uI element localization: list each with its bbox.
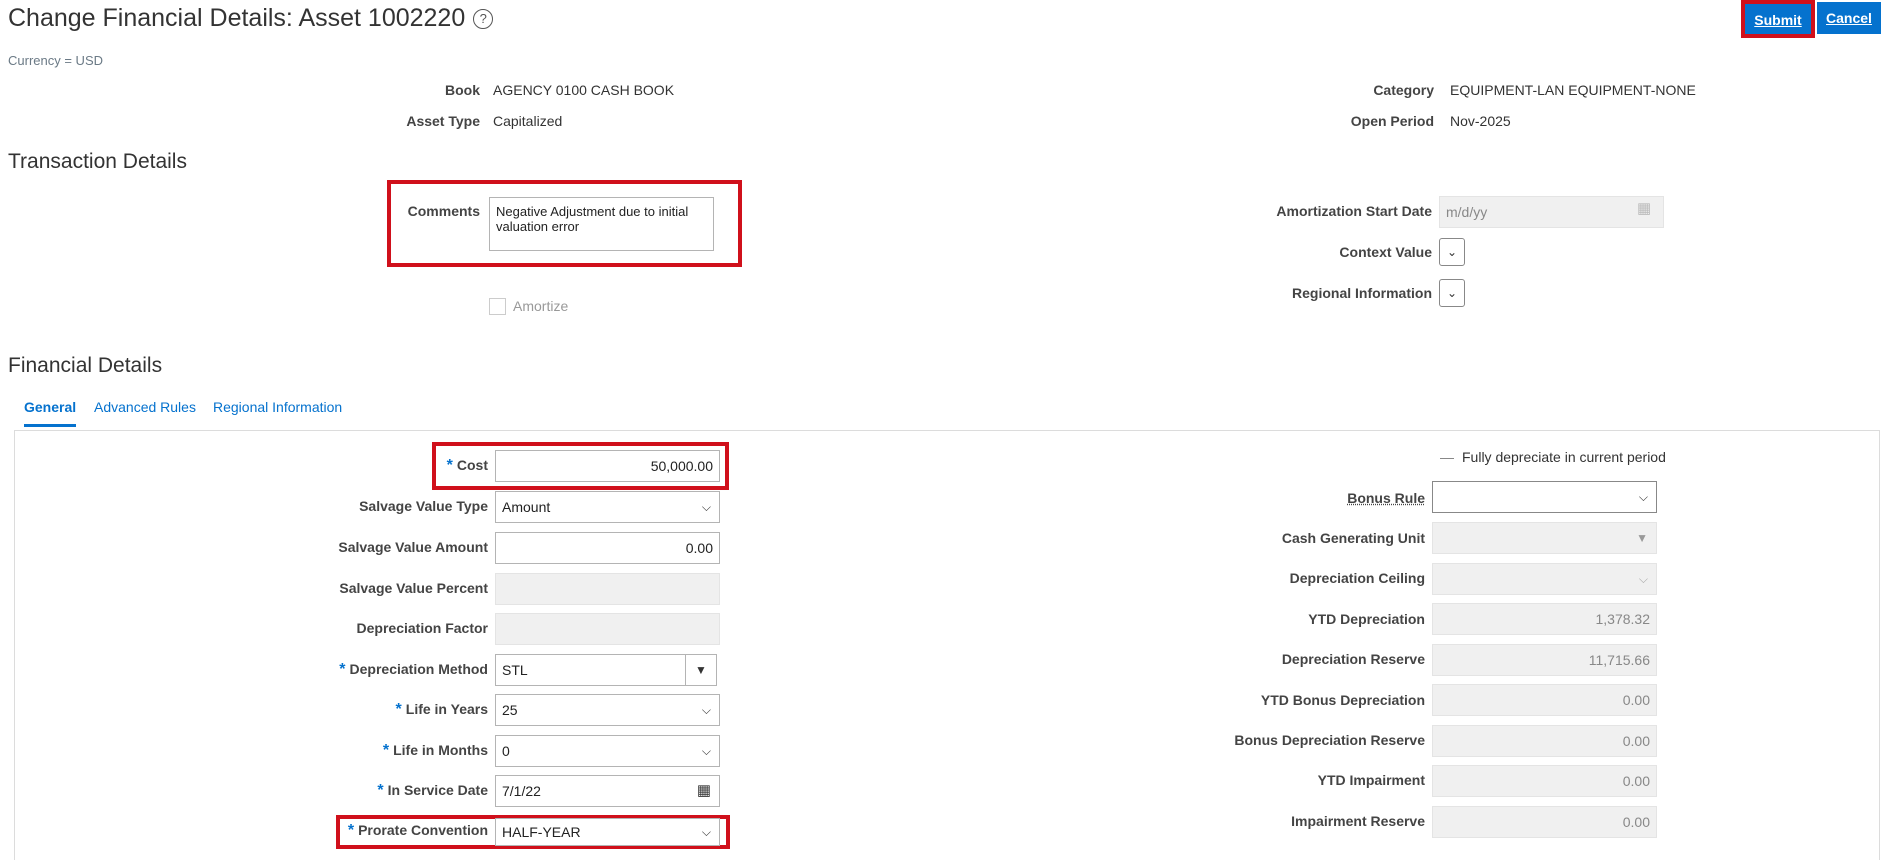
category-label: Category [1373, 82, 1434, 98]
fully-depreciate-label: Fully depreciate in current period [1462, 449, 1666, 465]
bonus-rule-select[interactable]: ⌵ [1432, 481, 1657, 513]
tab-advanced-rules[interactable]: Advanced Rules [94, 399, 196, 415]
salvage-value-amount-input[interactable]: 0.00 [495, 532, 720, 564]
cash-generating-unit-select[interactable]: ▼ [1432, 522, 1657, 554]
tab-regional-information[interactable]: Regional Information [213, 399, 342, 415]
context-value-label: Context Value [1339, 244, 1432, 260]
category-value: EQUIPMENT-LAN EQUIPMENT-NONE [1450, 82, 1696, 98]
book-value: AGENCY 0100 CASH BOOK [493, 82, 675, 98]
ytd-depreciation-label: YTD Depreciation [1308, 611, 1425, 627]
ytd-depreciation-value: 1,378.32 [1432, 603, 1657, 635]
depreciation-reserve-value: 11,715.66 [1432, 644, 1657, 676]
amortization-start-label: Amortization Start Date [1276, 203, 1432, 219]
chevron-down-icon: ⌵ [701, 744, 711, 758]
amortize-checkbox[interactable] [489, 298, 506, 315]
ytd-bonus-depreciation-value: 0.00 [1432, 684, 1657, 716]
life-in-months-label: * Life in Months [382, 742, 488, 759]
open-period-label: Open Period [1350, 113, 1434, 129]
depreciation-method-input[interactable]: STL [495, 654, 686, 686]
life-in-months-select[interactable]: 0 ⌵ [495, 735, 720, 767]
help-circle-icon[interactable]: ? [473, 9, 494, 30]
fully-depreciate-dash-checkbox[interactable] [1440, 458, 1454, 459]
depreciation-reserve-label: Depreciation Reserve [1281, 651, 1425, 667]
asset-type-value: Capitalized [493, 113, 563, 129]
depreciation-ceiling-select[interactable]: ⌵ [1432, 563, 1657, 595]
bonus-depreciation-reserve-label: Bonus Depreciation Reserve [1234, 732, 1425, 748]
bonus-rule-label[interactable]: Bonus Rule [1220, 490, 1425, 506]
regional-information-select[interactable]: ⌄ [1439, 279, 1465, 307]
chevron-down-icon: ⌵ [701, 703, 711, 717]
in-service-date-label: * In Service Date [377, 782, 488, 799]
bonus-depreciation-reserve-value: 0.00 [1432, 725, 1657, 757]
context-value-select[interactable]: ⌄ [1439, 238, 1465, 266]
submit-button[interactable]: Submit [1745, 4, 1811, 34]
comments-textarea[interactable]: Negative Adjustment due to initial valua… [489, 197, 714, 251]
impairment-reserve-label: Impairment Reserve [1291, 813, 1425, 829]
salvage-value-amount-label: Salvage Value Amount [338, 539, 488, 555]
cost-label: * Cost [446, 457, 488, 474]
amortize-label: Amortize [513, 298, 569, 314]
chevron-down-icon: ⌄ [1446, 245, 1458, 259]
ytd-impairment-value: 0.00 [1432, 765, 1657, 797]
chevron-down-icon: ⌵ [1638, 572, 1648, 586]
prorate-convention-label: * Prorate Convention [347, 822, 488, 839]
dropdown-triangle-icon: ▼ [1636, 531, 1648, 545]
book-label: Book [445, 82, 480, 98]
depreciation-method-label: * Depreciation Method [339, 661, 488, 678]
salvage-value-type-select[interactable]: Amount ⌵ [495, 491, 720, 523]
chevron-down-icon: ⌵ [1638, 490, 1648, 504]
page-title: Change Financial Details: Asset 1002220? [8, 4, 494, 33]
transaction-details-title: Transaction Details [8, 150, 187, 173]
depreciation-factor-input[interactable] [495, 613, 720, 645]
financial-details-title: Financial Details [8, 354, 163, 377]
page-title-text: Change Financial Details: Asset 1002220 [8, 4, 466, 32]
salvage-value-percent-label: Salvage Value Percent [339, 580, 488, 596]
chevron-down-icon: ⌄ [1446, 286, 1458, 300]
impairment-reserve-value: 0.00 [1432, 806, 1657, 838]
salvage-value-type-label: Salvage Value Type [359, 498, 488, 514]
life-in-years-label: * Life in Years [395, 701, 488, 718]
chevron-down-icon: ⌵ [701, 500, 711, 514]
cancel-button[interactable]: Cancel [1817, 2, 1881, 34]
salvage-value-percent-input[interactable] [495, 573, 720, 605]
depreciation-factor-label: Depreciation Factor [356, 620, 488, 636]
cash-generating-unit-label: Cash Generating Unit [1281, 530, 1425, 546]
currency-label: Currency = USD [8, 53, 103, 68]
open-period-value: Nov-2025 [1450, 113, 1511, 129]
depreciation-ceiling-label: Depreciation Ceiling [1289, 570, 1425, 586]
cost-input[interactable]: 50,000.00 [495, 450, 720, 482]
comments-label: Comments [407, 203, 480, 219]
chevron-down-icon: ⌵ [701, 825, 711, 839]
calendar-icon[interactable]: ▦ [697, 776, 711, 806]
calendar-icon[interactable]: ▦ [1637, 199, 1651, 217]
prorate-convention-select[interactable]: HALF-YEAR ⌵ [495, 818, 720, 846]
asset-type-label: Asset Type [406, 113, 480, 129]
ytd-bonus-depreciation-label: YTD Bonus Depreciation [1260, 692, 1425, 708]
ytd-impairment-label: YTD Impairment [1317, 772, 1425, 788]
regional-information-label: Regional Information [1292, 285, 1432, 301]
dropdown-triangle-icon[interactable]: ▼ [686, 654, 717, 686]
tab-general[interactable]: General [24, 399, 77, 427]
life-in-years-select[interactable]: 25 ⌵ [495, 694, 720, 726]
in-service-date-input[interactable]: 7/1/22 ▦ [495, 775, 720, 807]
amortization-start-input[interactable]: m/d/yy [1439, 196, 1664, 228]
